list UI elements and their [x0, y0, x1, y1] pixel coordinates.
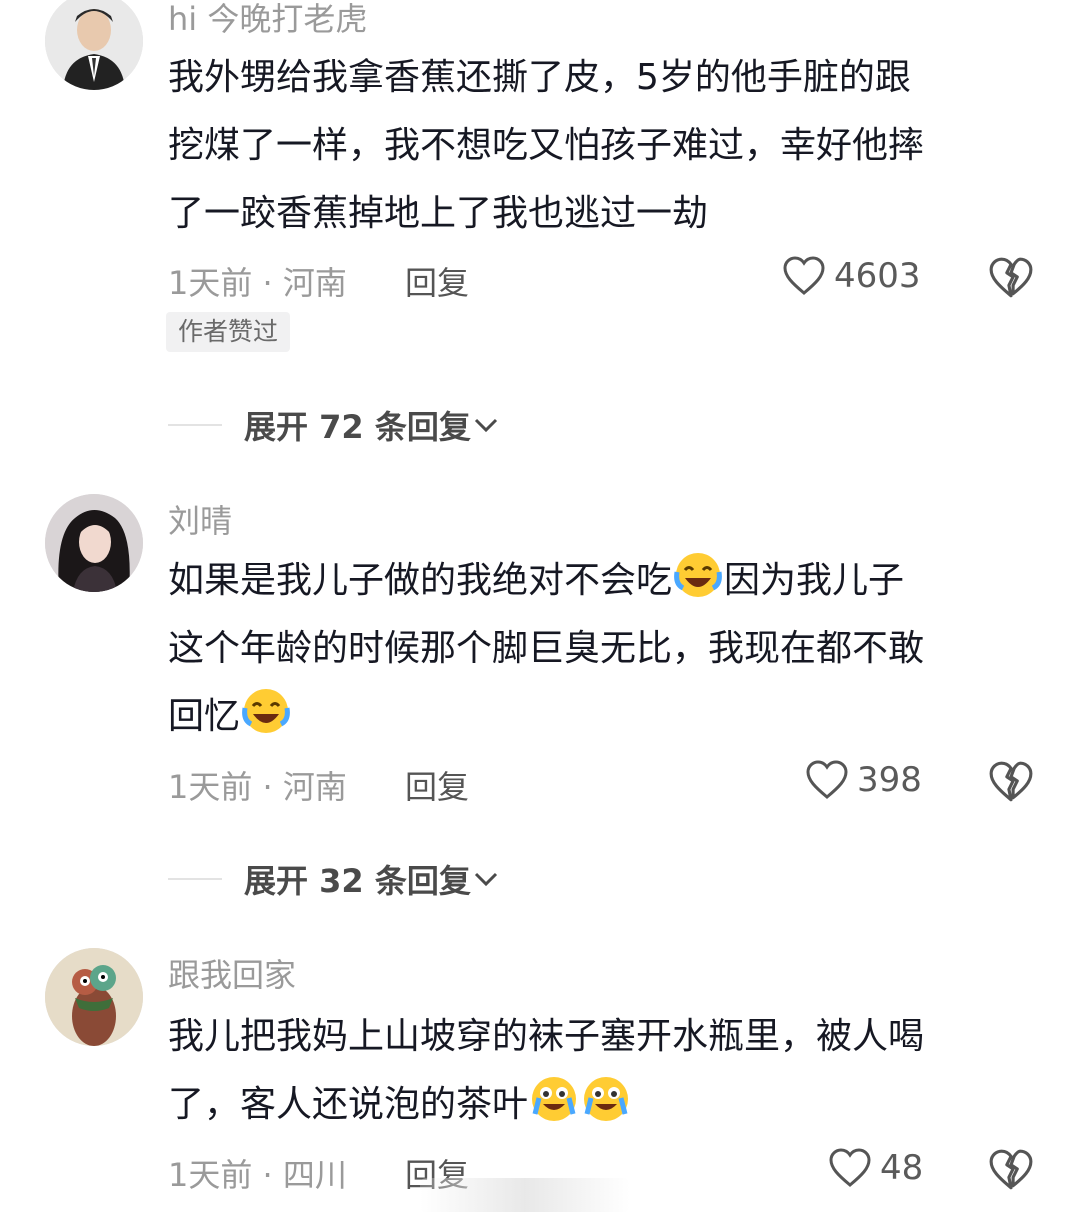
comment-line: 挖煤了一样，我不想吃又怕孩子难过，幸好他摔 [168, 125, 925, 166]
expand-replies-button[interactable]: 展开 72 条回复 [168, 402, 501, 448]
like-count: 398 [857, 760, 922, 800]
like-button[interactable]: 4603 [782, 255, 921, 297]
time-location: 1天前 · 四川 [168, 1156, 347, 1194]
laughing-tears-emoji [674, 553, 722, 597]
author-liked-badge: 作者赞过 [166, 312, 291, 352]
comment-line: 了一跤香蕉掉地上了我也逃过一劫 [168, 193, 709, 234]
time-location: 1天前 · 河南 [168, 768, 347, 806]
broken-heart-icon[interactable] [988, 1148, 1034, 1192]
comment-line: 如果是我儿子做的我绝对不会吃 因为我儿子 [168, 547, 1038, 615]
like-count: 4603 [834, 256, 921, 296]
heart-icon [783, 256, 825, 295]
watermark-blur [420, 1178, 630, 1212]
like-count: 48 [880, 1148, 924, 1188]
comment-line: 我外甥给我拿香蕉还撕了皮，5岁的他手脏的跟 [168, 57, 911, 98]
crying-laughing-emoji [532, 1077, 577, 1121]
comment-text: 我外甥给我拿香蕉还撕了皮，5岁的他手脏的跟 挖煤了一样，我不想吃又怕孩子难过，幸… [168, 44, 1038, 248]
time-location: 1天前 · 河南 [168, 264, 347, 302]
heart-icon [806, 760, 848, 799]
username[interactable]: 刘晴 [168, 496, 232, 542]
heart-icon [829, 1148, 871, 1187]
divider [168, 424, 222, 426]
comment-text: 如果是我儿子做的我绝对不会吃 因为我儿子 这个年龄的时候那个脚巨臭无比，我现在都不… [168, 547, 1038, 751]
comment-text: 我儿把我妈上山坡穿的袜子塞开水瓶里，被人喝 了，客人还说泡的茶叶 [168, 1003, 1038, 1139]
expand-replies-button[interactable]: 展开 32 条回复 [168, 856, 501, 902]
text-segment: 如果是我儿子做的我绝对不会吃 [168, 560, 673, 601]
comment-line: 我儿把我妈上山坡穿的袜子塞开水瓶里，被人喝 [168, 1016, 925, 1057]
laughing-tears-emoji [242, 689, 290, 733]
expand-label: 展开 72 条回复 [244, 408, 471, 446]
comment-line: 了，客人还说泡的茶叶 [168, 1071, 1038, 1139]
crying-laughing-emoji [584, 1077, 629, 1121]
like-button[interactable]: 398 [805, 759, 922, 801]
avatar[interactable] [45, 948, 143, 1046]
comment-line: 这个年龄的时候那个脚巨臭无比，我现在都不敢 [168, 628, 925, 669]
text-segment: 回忆 [168, 696, 241, 737]
text-segment: 因为我儿子 [724, 560, 905, 601]
like-button[interactable]: 48 [828, 1147, 923, 1189]
divider [168, 878, 222, 880]
reply-button[interactable]: 回复 [405, 258, 469, 304]
expand-label: 展开 32 条回复 [244, 862, 471, 900]
broken-heart-icon[interactable] [988, 256, 1034, 300]
username[interactable]: hi 今晚打老虎 [168, 0, 367, 40]
avatar[interactable] [45, 0, 143, 90]
comment-line: 回忆 [168, 683, 1038, 751]
broken-heart-icon[interactable] [988, 760, 1034, 804]
reply-button[interactable]: 回复 [405, 762, 469, 808]
username[interactable]: 跟我回家 [168, 950, 296, 996]
avatar[interactable] [45, 494, 143, 592]
chevron-down-icon [474, 872, 497, 887]
chevron-down-icon [474, 418, 497, 433]
text-segment: 了，客人还说泡的茶叶 [168, 1084, 529, 1125]
